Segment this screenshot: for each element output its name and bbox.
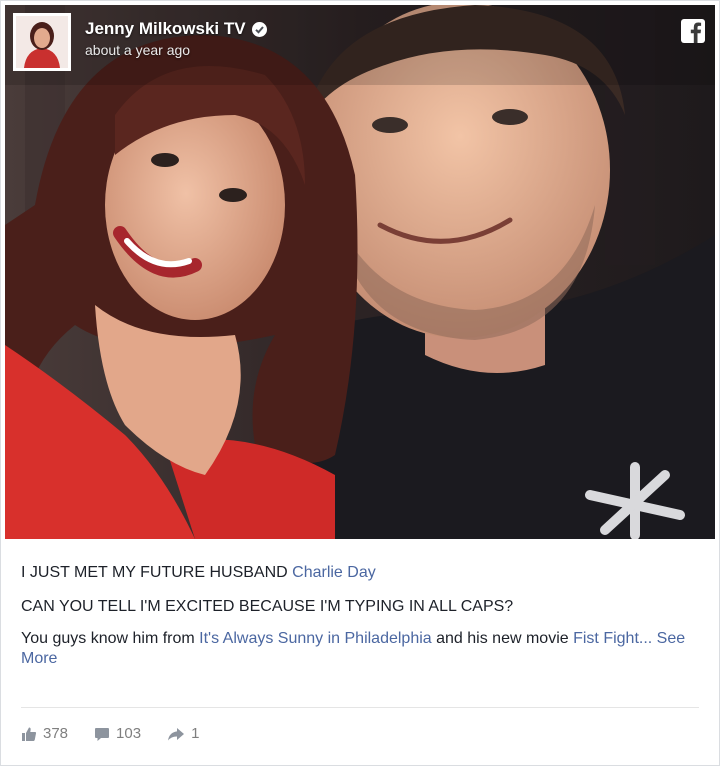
- post-line-1: I JUST MET MY FUTURE HUSBAND Charlie Day: [21, 563, 701, 583]
- author-meta: Jenny Milkowski TV about a year ago: [85, 19, 267, 58]
- facebook-logo-icon[interactable]: [681, 19, 705, 43]
- charlie-day-link[interactable]: Charlie Day: [292, 564, 376, 581]
- fist-fight-link[interactable]: Fist Fight: [573, 630, 639, 647]
- author-name[interactable]: Jenny Milkowski TV: [85, 19, 246, 39]
- post-line-3-text-b: and his new movie: [431, 630, 574, 647]
- author-avatar[interactable]: [13, 13, 71, 71]
- likes-count: 378: [43, 725, 69, 742]
- facebook-post-card: Jenny Milkowski TV about a year ago I JU…: [0, 0, 720, 766]
- post-line-3-text-a: You guys know him from: [21, 630, 200, 647]
- post-footer: 378 103 1: [21, 725, 225, 742]
- share-arrow-icon: [168, 727, 185, 740]
- shares-count: 1: [191, 725, 200, 742]
- verified-badge-icon: [251, 21, 267, 37]
- comments-count: 103: [116, 725, 142, 742]
- post-line-3: You guys know him from It's Always Sunny…: [21, 629, 701, 669]
- always-sunny-link[interactable]: It's Always Sunny in Philadelphia: [199, 630, 432, 647]
- post-timestamp[interactable]: about a year ago: [85, 42, 267, 58]
- thumbs-up-icon: [22, 727, 37, 741]
- footer-divider: [21, 707, 699, 708]
- shares-stat[interactable]: 1: [167, 725, 199, 742]
- comment-bubble-icon: [95, 727, 110, 741]
- post-header: Jenny Milkowski TV about a year ago: [13, 13, 267, 71]
- post-photo[interactable]: [5, 5, 715, 539]
- post-line-1-text: I JUST MET MY FUTURE HUSBAND: [21, 564, 293, 581]
- likes-stat[interactable]: 378: [21, 725, 68, 742]
- post-line-2: CAN YOU TELL I'M EXCITED BECAUSE I'M TYP…: [21, 598, 514, 615]
- author-name-row: Jenny Milkowski TV: [85, 19, 267, 39]
- post-text: I JUST MET MY FUTURE HUSBAND Charlie Day…: [21, 563, 701, 681]
- ellipsis-text: ...: [638, 630, 657, 647]
- comments-stat[interactable]: 103: [94, 725, 141, 742]
